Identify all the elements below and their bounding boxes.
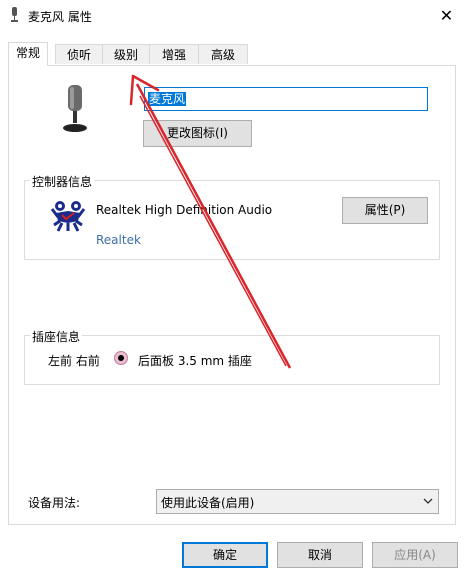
microphone-icon <box>11 7 18 22</box>
microphone-device-icon <box>63 85 87 132</box>
tab-levels[interactable]: 级别 <box>102 44 150 64</box>
controller-properties-button[interactable]: 属性(P) <box>342 197 428 224</box>
controller-info-label: 控制器信息 <box>30 173 95 190</box>
controller-device-name: Realtek High Definition Audio <box>96 203 273 217</box>
close-button[interactable]: ✕ <box>428 0 465 30</box>
tab-enhancements[interactable]: 增强 <box>149 44 199 64</box>
vendor-link[interactable]: Realtek <box>96 233 141 247</box>
tab-strip: 常规 侦听 级别 增强 高级 <box>8 42 456 66</box>
tab-listen[interactable]: 侦听 <box>55 44 103 64</box>
close-icon: ✕ <box>439 5 454 25</box>
window-title: 麦克风 属性 <box>28 10 92 24</box>
jack-color-icon <box>114 351 128 365</box>
tab-general[interactable]: 常规 <box>8 42 48 66</box>
device-name-input[interactable]: 麦克风 <box>144 87 428 111</box>
device-usage-select[interactable]: 使用此设备(启用) <box>156 489 439 514</box>
jack-description: 后面板 3.5 mm 插座 <box>138 354 252 368</box>
chevron-down-icon <box>423 498 433 504</box>
ok-button[interactable]: 确定 <box>182 542 268 568</box>
jack-info-label: 插座信息 <box>30 328 83 345</box>
device-usage-label: 设备用法: <box>28 496 81 510</box>
tab-advanced[interactable]: 高级 <box>198 44 248 64</box>
apply-button[interactable]: 应用(A) <box>372 542 458 568</box>
jack-position: 左前 右前 <box>48 354 100 368</box>
realtek-crab-icon <box>50 201 86 232</box>
device-usage-value: 使用此设备(启用) <box>161 496 255 510</box>
cancel-button[interactable]: 取消 <box>277 542 363 568</box>
device-name-value: 麦克风 <box>148 92 187 106</box>
change-icon-button[interactable]: 更改图标(I) <box>143 120 252 147</box>
title-bar: 麦克风 属性 ✕ <box>0 0 465 30</box>
